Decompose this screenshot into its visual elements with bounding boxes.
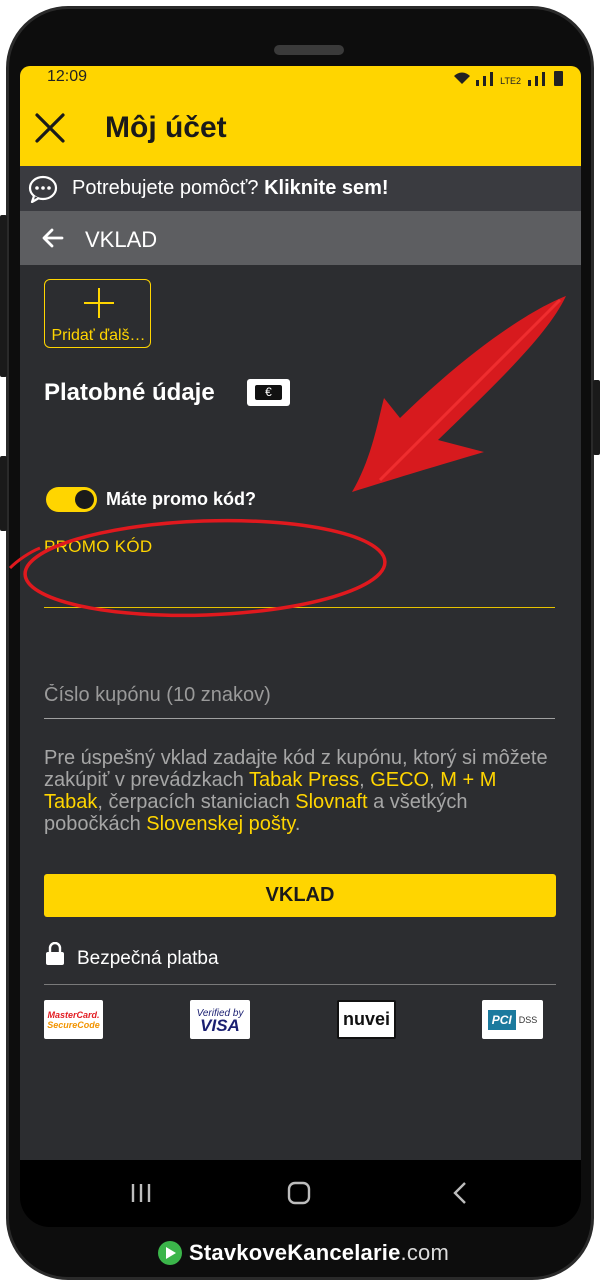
signal-bar [483, 76, 487, 86]
page-title: Môj účet [105, 111, 227, 144]
network-label: LTE2 [500, 76, 521, 86]
arrow-left-icon[interactable] [40, 225, 66, 251]
phone-side-button [593, 380, 600, 455]
help-link[interactable]: Kliknite sem! [264, 177, 388, 199]
signal-bar [476, 80, 480, 86]
payment-details-title: Platobné údaje [44, 379, 215, 406]
watermark-text: StavkoveKancelarie.com [189, 1240, 449, 1265]
verified-by-visa-logo: Verified by VISA [190, 1000, 250, 1039]
add-payment-method-button[interactable]: Pridať ďalš… [44, 279, 151, 348]
status-time: 12:09 [47, 68, 88, 85]
section-title: VKLAD [85, 227, 158, 252]
recents-icon[interactable] [130, 1180, 152, 1206]
battery-icon [554, 71, 563, 86]
help-prefix: Potrebujete pomôcť? [72, 177, 259, 199]
euro-card-icon: € [247, 379, 290, 406]
plus-icon [84, 288, 114, 318]
promo-code-label: PROMO KÓD [44, 537, 153, 556]
signal-bar [528, 80, 531, 86]
screen: 12:09 LTE2 Môj účet Potrebujete pomôcť? … [20, 66, 581, 1190]
system-nav-bar [20, 1160, 581, 1227]
help-text: Potrebujete pomôcť? Kliknite sem! [72, 177, 389, 200]
add-payment-method-label: Pridať ďalš… [51, 327, 146, 344]
play-icon [158, 1241, 182, 1265]
signal-bar [490, 72, 494, 86]
close-icon[interactable] [32, 110, 68, 146]
help-bar[interactable]: Potrebujete pomôcť? Kliknite sem! [20, 166, 581, 211]
nuvei-logo: nuvei [337, 1000, 396, 1039]
nav-back-icon[interactable] [450, 1180, 470, 1206]
phone-side-button [0, 215, 7, 377]
status-bar: 12:09 LTE2 [20, 66, 581, 90]
deposit-button[interactable]: VKLAD [44, 874, 556, 917]
status-icons: LTE2 [452, 70, 563, 86]
watermark: StavkoveKancelarie.com [158, 1238, 449, 1268]
wifi-icon [454, 72, 471, 84]
phone-speaker [274, 45, 344, 55]
chat-bubble-icon [28, 175, 58, 203]
home-icon[interactable] [286, 1180, 312, 1206]
promo-code-input[interactable] [44, 566, 555, 608]
signal-bar [542, 72, 545, 86]
lock-icon [46, 942, 64, 965]
phone-side-button [0, 456, 7, 531]
promo-code-toggle[interactable] [46, 487, 97, 512]
divider [44, 984, 556, 985]
secure-payment-label: Bezpečná platba [77, 948, 219, 969]
toggle-knob [75, 490, 94, 509]
section-header: VKLAD [20, 211, 581, 265]
signal-bar [535, 76, 538, 86]
coupon-number-input[interactable] [44, 673, 555, 719]
deposit-info-text: Pre úspešný vklad zadajte kód z kupónu, … [44, 747, 548, 835]
app-header: Môj účet [20, 90, 581, 166]
pci-dss-logo: PCI DSS [482, 1000, 543, 1039]
promo-code-question: Máte promo kód? [106, 489, 257, 509]
mastercard-securecode-logo: MasterCard. SecureCode [44, 1000, 103, 1039]
